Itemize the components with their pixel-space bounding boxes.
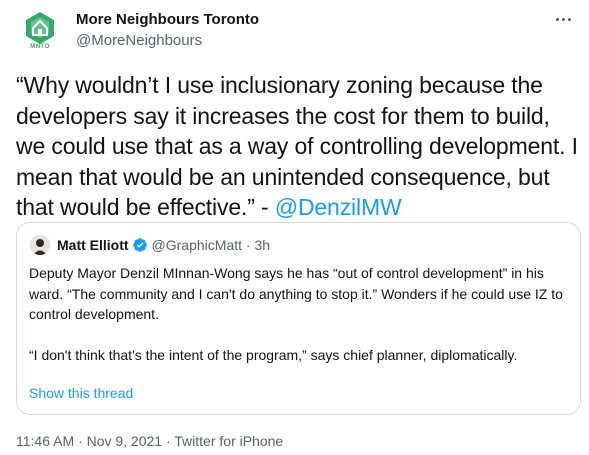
verified-badge-icon	[132, 238, 147, 252]
author-handle[interactable]: @MoreNeighbours	[76, 31, 259, 50]
more-dot-icon	[567, 17, 571, 21]
quoted-separator: ·	[245, 237, 251, 253]
quoted-author-name[interactable]: Matt Elliott	[57, 237, 129, 253]
tweet-date[interactable]: Nov 9, 2021	[87, 433, 163, 449]
quoted-author-avatar[interactable]	[30, 235, 50, 255]
author-info: More Neighbours Toronto @MoreNeighbours	[76, 10, 259, 50]
show-thread-link[interactable]: Show this thread	[29, 384, 133, 402]
meta-separator: ·	[78, 433, 83, 449]
meta-separator: ·	[165, 433, 171, 449]
tweet-metadata: 11:46 AM · Nov 9, 2021 · Twitter for iPh…	[16, 432, 283, 450]
more-options-button[interactable]	[551, 10, 575, 28]
quoted-paragraph: Deputy Mayor Denzil MInnan-Wong says he …	[29, 265, 563, 322]
quoted-author-handle: @GraphicMatt	[151, 237, 243, 253]
tweet-text: “Why wouldn’t I use inclusionary zoning …	[16, 70, 578, 223]
quoted-timestamp[interactable]: 3h	[254, 237, 270, 253]
more-dot-icon	[561, 17, 565, 21]
mention-link[interactable]: @DenzilMW	[275, 194, 402, 220]
quoted-tweet-header: Matt Elliott @GraphicMatt · 3h	[57, 236, 270, 254]
author-name[interactable]: More Neighbours Toronto	[76, 10, 259, 29]
quoted-paragraph: “I don't think that's the intent of the …	[29, 346, 518, 363]
more-dot-icon	[555, 17, 559, 21]
author-avatar[interactable]: MNTO	[16, 6, 64, 54]
person-avatar-icon	[30, 235, 50, 255]
tweet-card: MNTO More Neighbours Toronto @MoreNeighb…	[0, 0, 589, 455]
tweet-time[interactable]: 11:46 AM	[16, 433, 74, 449]
quoted-tweet[interactable]: Matt Elliott @GraphicMatt · 3h Deputy May…	[16, 222, 581, 415]
quoted-tweet-text: Deputy Mayor Denzil MInnan-Wong says he …	[29, 263, 574, 365]
avatar-label: MNTO	[30, 44, 50, 50]
tweet-source[interactable]: Twitter for iPhone	[174, 433, 283, 449]
